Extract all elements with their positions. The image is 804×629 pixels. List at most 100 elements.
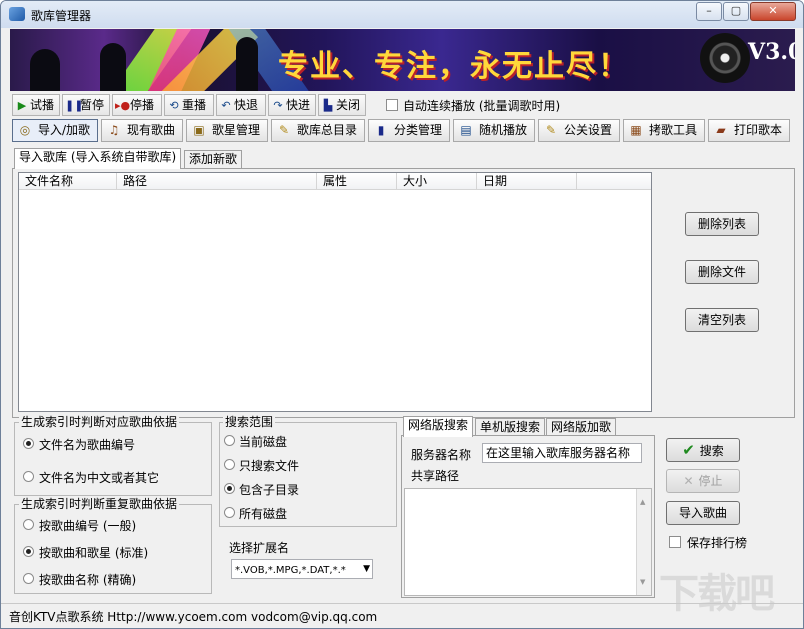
dancer-silhouette [236,37,258,91]
radio-filename-number-label: 文件名为歌曲编号 [39,438,136,452]
import-songs-button[interactable]: 导入歌曲 [666,501,740,525]
close-button[interactable]: ✕ [750,2,796,21]
server-name-input[interactable]: 在这里输入歌库服务器名称 [482,443,642,463]
forward-button[interactable]: ↷ 快进 [268,94,316,116]
radio-current-disk[interactable] [224,435,235,446]
tab-network-search[interactable]: 网络版搜索 [403,416,474,437]
radio-filename-chinese[interactable] [23,471,34,482]
column-header-path[interactable]: 路径 [117,173,317,190]
nav-category[interactable]: ▮ 分类管理 [368,119,450,142]
copy-tool-icon: ▦ [630,123,642,137]
nav-copy-tool-label: 拷歌工具 [649,123,698,137]
scroll-up-icon[interactable]: ▲ [640,493,645,511]
autoplay-checkbox[interactable] [386,99,398,111]
column-header-size[interactable]: 大小 [397,173,477,190]
radio-include-subdirs[interactable] [224,483,235,494]
nav-catalog[interactable]: ✎ 歌库总目录 [271,119,365,142]
index-by-title: 生成索引时判断对应歌曲依据 [19,415,180,429]
stop-icon: ▸● [115,99,131,112]
nav-import[interactable]: ◎ 导入/加歌 [12,119,98,142]
dancer-silhouette [100,43,126,91]
radio-filename-chinese-label: 文件名为中文或者其它 [39,471,160,485]
check-icon: ✔ [682,441,695,459]
nav-singer[interactable]: ▣ 歌星管理 [186,119,268,142]
column-header-filler [577,173,651,190]
app-icon [9,7,25,21]
radio-all-disks-label: 所有磁盘 [239,507,288,521]
nav-print-label: 打印歌本 [734,123,783,137]
rewind-button[interactable]: ↶ 快退 [216,94,266,116]
nav-songs-label: 现有歌曲 [127,123,176,137]
play-icon: ▶ [17,99,27,112]
nav-category-label: 分类管理 [394,123,443,137]
pause-label: 暂停 [80,98,105,112]
extension-value: *.VOB,*.MPG,*.DAT,*.* [235,565,346,576]
extension-select[interactable]: *.VOB,*.MPG,*.DAT,*.* ▼ [231,559,373,579]
column-header-attribute[interactable]: 属性 [317,173,397,190]
print-icon: ▰ [716,123,726,137]
radio-by-song-singer-label: 按歌曲和歌星 (标准) [39,546,149,560]
tab-add-song[interactable]: 添加新歌 [184,150,243,169]
play-button[interactable]: ▶ 试播 [12,94,60,116]
pause-icon: ❚❚ [65,99,84,112]
delete-list-button[interactable]: 删除列表 [685,212,759,236]
replay-label: 重播 [182,98,207,112]
nav-settings[interactable]: ✎ 公关设置 [538,119,620,142]
minimize-button[interactable]: – [696,2,722,21]
watermark: 下载吧 [659,571,775,617]
radio-files-only[interactable] [224,459,235,470]
nav-print[interactable]: ▰ 打印歌本 [708,119,790,142]
banner-version: V3.0 [748,39,795,65]
share-path-label: 共享路径 [411,469,460,483]
radio-filename-number[interactable] [23,438,34,449]
rewind-label: 快退 [234,98,259,112]
nav-catalog-label: 歌库总目录 [297,123,358,137]
clear-list-button[interactable]: 清空列表 [685,308,759,332]
singer-icon: ▣ [193,123,205,137]
settings-icon: ✎ [545,123,557,137]
close-player-label: 关闭 [336,98,361,112]
file-list[interactable]: 文件名称 路径 属性 大小 日期 [18,172,652,412]
radio-by-song-name[interactable] [23,573,34,584]
dancer-silhouette [30,49,60,91]
column-header-filename[interactable]: 文件名称 [19,173,117,190]
window-title: 歌库管理器 [31,9,92,23]
nav-random[interactable]: ▤ 随机播放 [453,119,535,142]
replay-button[interactable]: ⟲ 重播 [164,94,214,116]
search-button-label: 搜索 [699,444,724,458]
share-path-list[interactable]: ▲ ▼ [404,488,652,596]
nav-songs[interactable]: ♫ 现有歌曲 [101,119,183,142]
dup-by-title: 生成索引时判断重复歌曲依据 [19,497,180,511]
pause-button[interactable]: ❚❚暂停 [62,94,110,116]
nav-copy-tool[interactable]: ▦ 拷歌工具 [623,119,705,142]
nav-singer-label: 歌星管理 [212,123,261,137]
delete-file-button[interactable]: 删除文件 [685,260,759,284]
search-button[interactable]: ✔ 搜索 [666,438,740,462]
save-ranking-checkbox[interactable] [669,536,681,548]
tab-import-library[interactable]: 导入歌库 (导入系统自带歌库) [14,148,182,169]
radio-by-song-singer[interactable] [23,546,34,557]
scrollbar[interactable]: ▲ ▼ [636,489,651,595]
column-header-date[interactable]: 日期 [477,173,577,190]
stop-button[interactable]: ▸●停播 [112,94,162,116]
stop-x-icon: ✕ [683,474,694,488]
app-window: 歌库管理器 – ▢ ✕ 专业、专注，永无止尽！ V3.0 ▶试播 ❚❚暂停 ▸●… [0,0,804,629]
nav-random-label: 随机播放 [479,123,528,137]
radio-all-disks[interactable] [224,507,235,518]
radio-by-number[interactable] [23,519,34,530]
stop-search-button[interactable]: ✕ 停止 [666,469,740,493]
nav-import-label: 导入/加歌 [38,123,91,137]
disc-icon [700,33,750,83]
random-icon: ▤ [460,123,472,137]
songs-icon: ♫ [108,123,120,137]
category-icon: ▮ [377,123,385,137]
replay-icon: ⟲ [169,99,179,112]
status-text: 音创KTV点歌系统 Http://www.ycoem.com vodcom@vi… [9,610,378,624]
restore-button[interactable]: ▢ [723,2,749,21]
radio-current-disk-label: 当前磁盘 [239,435,288,449]
scroll-down-icon[interactable]: ▼ [640,573,645,591]
server-name-label: 服务器名称 [411,448,472,462]
radio-by-number-label: 按歌曲编号 (一般) [39,519,137,533]
close-player-button[interactable]: ▙ 关闭 [318,94,366,116]
title-bar: 歌库管理器 – ▢ ✕ [1,1,803,28]
